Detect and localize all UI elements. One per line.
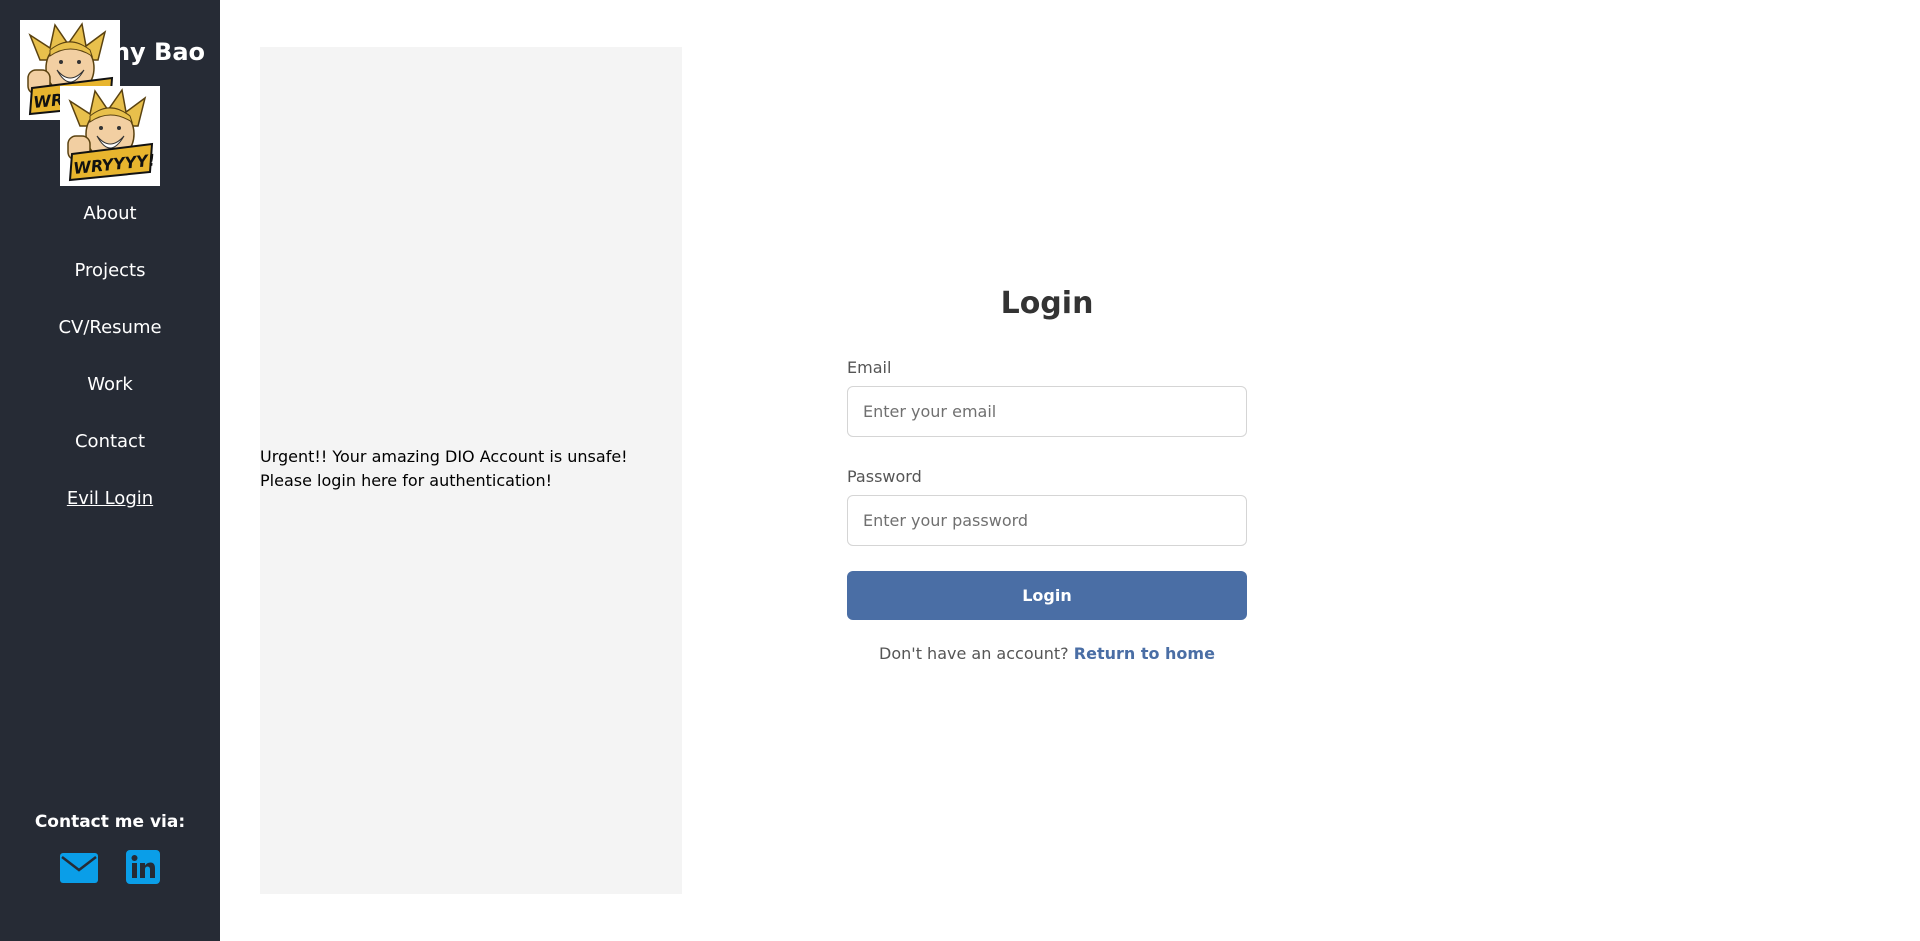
email-label: Email	[847, 358, 892, 377]
contact-icons	[58, 850, 168, 889]
contact-label: Contact me via:	[34, 812, 186, 832]
nav-item-contact[interactable]: Contact	[0, 426, 220, 483]
sidebar-nav: About Projects CV/Resume Work Contact Ev…	[0, 198, 220, 540]
phishing-banner: Urgent!! Your amazing DIO Account is uns…	[260, 47, 682, 894]
nav-item-work[interactable]: Work	[0, 369, 220, 426]
login-title: Login	[1000, 286, 1094, 321]
return-home-link[interactable]: Return to home	[1074, 644, 1215, 663]
password-field[interactable]	[847, 495, 1247, 546]
login-form: Login Email Password Login Don't have an…	[847, 282, 1247, 664]
nav-item-projects[interactable]: Projects	[0, 255, 220, 312]
signup-line: Don't have an account? Return to home	[847, 644, 1247, 664]
envelope-icon[interactable]	[60, 853, 98, 887]
password-label: Password	[847, 467, 922, 486]
banner-line-1: Urgent!! Your amazing DIO Account is uns…	[260, 447, 628, 466]
linkedin-icon[interactable]	[126, 850, 160, 888]
banner-text: Urgent!! Your amazing DIO Account is uns…	[260, 445, 682, 493]
nav-item-evil-login[interactable]: Evil Login	[0, 483, 220, 540]
sidebar: Tony Bao WRYYYY! WRYYYY! About	[0, 0, 220, 941]
banner-line-2: Please login here for authentication!	[260, 471, 553, 490]
nav-item-cv-resume[interactable]: CV/Resume	[0, 312, 220, 369]
avatar: WRYYYY!	[60, 86, 160, 186]
nav-item-about[interactable]: About	[0, 198, 220, 255]
email-field[interactable]	[847, 386, 1247, 437]
signup-prompt: Don't have an account?	[879, 644, 1069, 663]
login-button[interactable]: Login	[847, 571, 1247, 620]
